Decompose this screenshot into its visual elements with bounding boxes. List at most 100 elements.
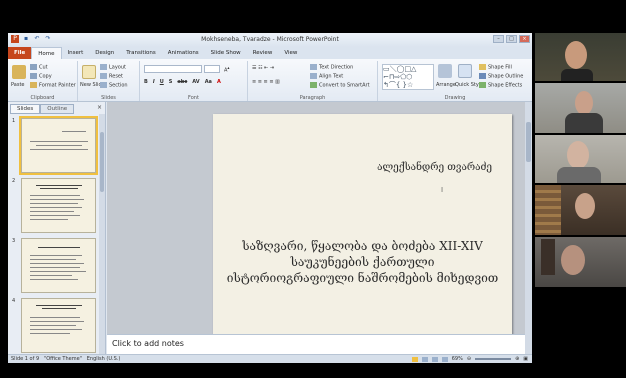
- current-slide[interactable]: ალექსანდრე თვარაძე I საზღვარი, წყალობა დ…: [213, 114, 512, 336]
- participant-body: [565, 113, 603, 133]
- layout-button[interactable]: Layout: [100, 64, 126, 71]
- panel-scrollbar[interactable]: [99, 114, 105, 354]
- paste-button[interactable]: Paste: [11, 82, 25, 88]
- cut-button[interactable]: Cut: [30, 64, 48, 71]
- notes-placeholder[interactable]: Click to add notes: [112, 339, 184, 348]
- slide-thumbnail[interactable]: [19, 116, 98, 175]
- font-color-button[interactable]: A: [217, 79, 221, 85]
- zoom-in-icon[interactable]: ⊕: [515, 356, 519, 362]
- font-size-field[interactable]: [204, 65, 220, 73]
- minimize-button[interactable]: –: [493, 35, 504, 43]
- drawing-group: ▭＼◯□△ ⌐⊓⇨⬠⬡ ↰⌒{ }☆ Arrange Quick Styles Sh…: [378, 61, 532, 101]
- paste-icon[interactable]: [12, 65, 26, 79]
- ribbon-tabs: File Home Insert Design Transitions Anim…: [8, 47, 532, 59]
- convert-smartart-button[interactable]: Convert to SmartArt: [310, 82, 370, 89]
- slideshow-icon[interactable]: [441, 356, 448, 362]
- slide-number: 2: [12, 178, 16, 184]
- text-direction-icon: [310, 64, 317, 70]
- layout-label: Layout: [109, 64, 126, 71]
- slides-label: Slides: [101, 95, 116, 101]
- paragraph-group: ☰ ☷ ⇤ ⇥ ≡ ≡ ≡ ≡ ▥ Text Direction Align T…: [248, 61, 378, 101]
- format-painter-button[interactable]: Format Painter: [30, 82, 76, 89]
- fit-slide-icon[interactable]: ▣: [523, 356, 528, 362]
- reset-label: Reset: [109, 73, 123, 80]
- arrange-icon[interactable]: [438, 64, 452, 78]
- strikethrough-button[interactable]: abc: [177, 79, 187, 85]
- panel-scroll-thumb[interactable]: [100, 132, 104, 192]
- tab-slide-show[interactable]: Slide Show: [205, 47, 247, 59]
- slide-thumbnail-row[interactable]: 3: [10, 238, 98, 296]
- close-panel-icon[interactable]: ×: [97, 104, 102, 111]
- char-spacing-button[interactable]: AV: [192, 79, 199, 85]
- slide-thumbnail[interactable]: [21, 178, 96, 233]
- text-direction-button[interactable]: Text Direction: [310, 64, 353, 71]
- grow-font-button[interactable]: A▴: [224, 65, 230, 74]
- slide-title-line-1: საზღვარი, წყალობა და ბოძება XII-XIV: [242, 239, 483, 253]
- shapes-gallery[interactable]: ▭＼◯□△ ⌐⊓⇨⬠⬡ ↰⌒{ }☆: [382, 64, 434, 90]
- change-case-button[interactable]: Aa: [205, 79, 212, 85]
- zoom-slider[interactable]: [475, 358, 512, 360]
- shape-outline-label: Shape Outline: [488, 73, 524, 80]
- align-text-button[interactable]: Align Text: [310, 73, 343, 80]
- tab-view[interactable]: View: [278, 47, 303, 59]
- tab-transitions[interactable]: Transitions: [120, 47, 161, 59]
- close-window-button[interactable]: ×: [519, 35, 530, 43]
- copy-button[interactable]: Copy: [30, 73, 52, 80]
- shadow-button[interactable]: S: [169, 79, 173, 85]
- slide-author[interactable]: ალექსანდრე თვარაძე: [377, 162, 492, 173]
- tab-review[interactable]: Review: [247, 47, 279, 59]
- notes-pane[interactable]: Click to add notes: [107, 334, 525, 354]
- section-button[interactable]: Section: [100, 82, 128, 89]
- slide-thumbnail[interactable]: [21, 238, 96, 293]
- reading-view-icon[interactable]: [431, 356, 438, 362]
- section-icon: [100, 82, 107, 88]
- arrange-button[interactable]: Arrange: [436, 82, 456, 88]
- shape-effects-button[interactable]: Shape Effects: [479, 82, 522, 89]
- slide-counter: Slide 1 of 9: [11, 356, 40, 362]
- tab-insert[interactable]: Insert: [62, 47, 90, 59]
- slide-thumbnail-row[interactable]: 1: [10, 116, 98, 176]
- new-slide-icon[interactable]: [82, 65, 96, 79]
- slide-sorter-icon[interactable]: [421, 356, 428, 362]
- drawing-label: Drawing: [444, 95, 466, 101]
- layout-icon: [100, 64, 107, 70]
- language-indicator[interactable]: English (U.S.): [87, 356, 121, 362]
- slide-thumbnail-row[interactable]: 4: [10, 298, 98, 354]
- normal-view-icon[interactable]: [411, 356, 418, 362]
- maximize-button[interactable]: □: [506, 35, 517, 43]
- underline-button[interactable]: U: [160, 79, 164, 85]
- quick-styles-icon[interactable]: [458, 64, 472, 78]
- tab-design[interactable]: Design: [89, 47, 120, 59]
- webcam-feed: [535, 83, 626, 133]
- shape-outline-button[interactable]: Shape Outline: [479, 73, 523, 80]
- reset-button[interactable]: Reset: [100, 73, 123, 80]
- zoom-level[interactable]: 69%: [452, 356, 463, 362]
- editor-scrollbar[interactable]: [525, 102, 532, 354]
- tab-home[interactable]: Home: [31, 47, 62, 59]
- tab-animations[interactable]: Animations: [162, 47, 205, 59]
- bold-button[interactable]: B: [144, 79, 148, 85]
- bullets-button[interactable]: ☰ ☷ ⇤ ⇥: [252, 65, 274, 71]
- editor-scroll-thumb[interactable]: [526, 122, 531, 162]
- tab-outline[interactable]: Outline: [40, 104, 75, 114]
- participant-face: [565, 41, 587, 69]
- scissors-icon: [30, 64, 37, 70]
- align-buttons[interactable]: ≡ ≡ ≡ ≡ ▥: [252, 79, 280, 85]
- shape-fill-label: Shape Fill: [488, 64, 512, 71]
- slide-thumbnail-row[interactable]: 2: [10, 178, 98, 236]
- italic-button[interactable]: I: [153, 79, 155, 85]
- participant-body: [561, 69, 593, 81]
- zoom-out-icon[interactable]: ⊖: [467, 356, 471, 362]
- slide-number: 1: [12, 118, 16, 124]
- pen-icon: [479, 73, 486, 79]
- slide-thumbnail[interactable]: [21, 298, 96, 353]
- webcam-feed: [535, 237, 626, 287]
- font-name-field[interactable]: [144, 65, 202, 73]
- webcam-feed: [535, 185, 626, 235]
- tab-slides[interactable]: Slides: [10, 104, 41, 114]
- reset-icon: [100, 73, 107, 79]
- font-group: A▴ B I U S abc AV Aa A Font: [140, 61, 248, 101]
- slide-title[interactable]: საზღვარი, წყალობა და ბოძება XII-XIV საუკ…: [213, 238, 512, 286]
- tab-file[interactable]: File: [8, 47, 32, 59]
- shape-fill-button[interactable]: Shape Fill: [479, 64, 512, 71]
